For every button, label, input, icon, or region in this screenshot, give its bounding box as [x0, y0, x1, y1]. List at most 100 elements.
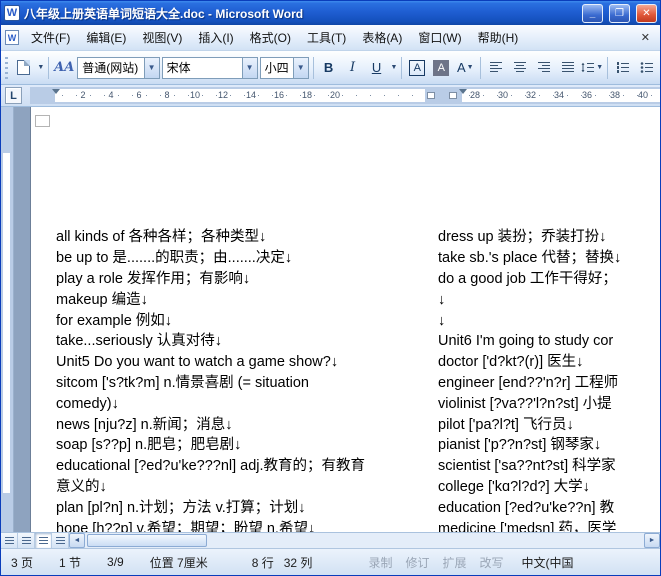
ruler-number: 36 — [581, 90, 592, 100]
chevron-down-icon[interactable]: ▼ — [241, 57, 257, 78]
indent-marker[interactable] — [52, 89, 60, 94]
horizontal-ruler[interactable]: 2 4 6 8 10 12 14 16 18 20 28 30 32 34 36 38 40 — [30, 87, 660, 104]
status-toggle[interactable]: 改写 — [479, 554, 503, 571]
close-button[interactable]: ✕ — [636, 3, 657, 23]
line-spacing-button[interactable]: ▼ — [581, 57, 603, 79]
underline-dropdown-icon[interactable]: ▼ — [391, 64, 398, 71]
ruler-number: 6 — [136, 90, 142, 100]
document-close-icon[interactable]: ✕ — [635, 29, 656, 46]
scroll-right-button[interactable]: ► — [644, 533, 660, 548]
text-column-left[interactable]: all kinds of 各种各样；各种类型↓ be up to 是.......… — [56, 165, 432, 532]
horizontal-scrollbar-thumb[interactable] — [87, 534, 207, 547]
doc-line[interactable]: ↓ — [438, 311, 660, 332]
horizontal-scrollbar-track[interactable] — [85, 533, 644, 548]
doc-line[interactable]: doctor ['d?kt?(r)] 医生↓ — [438, 352, 660, 373]
doc-line[interactable]: do a good job 工作干得好； — [438, 269, 660, 290]
tab-stop-selector[interactable]: L — [5, 87, 22, 104]
align-right-button[interactable] — [533, 57, 555, 79]
doc-line[interactable]: educational [?ed?u'ke???nl] adj.教育的；有教育 — [56, 456, 432, 477]
menu-item[interactable]: 插入(I) — [190, 26, 241, 49]
doc-line[interactable]: soap [s??p] n.肥皂；肥皂剧↓ — [56, 435, 432, 456]
font-combo[interactable]: 宋体 ▼ — [161, 56, 258, 79]
toolbar-separator — [48, 56, 50, 79]
styles-icon: AA — [54, 60, 75, 75]
bullets-button[interactable] — [636, 57, 658, 79]
doc-line[interactable]: hope [h??p] v.希望；期望；盼望 n.希望↓ — [56, 519, 432, 532]
outline-view-button[interactable] — [52, 533, 69, 548]
doc-line[interactable]: pianist ['p??n?st] 钢琴家↓ — [438, 435, 660, 456]
ruler-number: 10 — [189, 90, 200, 100]
chevron-down-icon[interactable]: ▼ — [292, 57, 308, 78]
document-icon[interactable]: W — [5, 30, 19, 45]
document-area[interactable]: all kinds of 各种各样；各种类型↓ be up to 是.......… — [1, 107, 660, 532]
doc-line[interactable]: engineer [end??'n?r] 工程师 — [438, 373, 660, 394]
text-column-right[interactable]: dress up 装扮；乔装打扮↓ take sb.'s place 代替；替换↓… — [438, 165, 660, 532]
character-scale-button[interactable]: A ▼ — [454, 57, 476, 79]
doc-line[interactable]: 意义的↓ — [56, 477, 432, 498]
doc-line[interactable]: college ['kɑ?l?d?] 大学↓ — [438, 477, 660, 498]
ruler-number: 30 — [497, 90, 508, 100]
doc-line[interactable]: sitcom ['s?tk?m] n.情景喜剧 (= situation — [56, 373, 432, 394]
status-toggle[interactable]: 录制 — [368, 554, 392, 571]
doc-line[interactable]: Unit5 Do you want to watch a game show?↓ — [56, 352, 432, 373]
doc-line[interactable]: pilot ['pa?l?t] 飞行员↓ — [438, 415, 660, 436]
bold-button[interactable]: B — [318, 57, 340, 79]
status-toggle[interactable]: 修订 — [405, 554, 429, 571]
doc-line[interactable]: be up to 是.......的职责；由.......决定↓ — [56, 248, 432, 269]
new-document-button[interactable] — [12, 57, 34, 79]
doc-line[interactable]: scientist ['sa??nt?st] 科学家 — [438, 456, 660, 477]
chevron-down-icon[interactable]: ▼ — [143, 57, 159, 78]
doc-line[interactable]: news [nju?z] n.新闻；消息↓ — [56, 415, 432, 436]
menu-item[interactable]: 窗口(W) — [410, 26, 469, 49]
indent-marker[interactable] — [459, 89, 467, 94]
doc-line[interactable]: take sb.'s place 代替；替换↓ — [438, 248, 660, 269]
doc-line[interactable]: take...seriously 认真对待↓ — [56, 331, 432, 352]
status-language[interactable]: 中文(中国 — [522, 554, 574, 571]
character-shading-button[interactable]: A — [430, 57, 452, 79]
menu-item[interactable]: 帮助(H) — [470, 26, 527, 49]
menu-item[interactable]: 视图(V) — [134, 26, 190, 49]
style-combo[interactable]: 普通(网站) ▼ — [77, 56, 160, 79]
window-title: 八年级上册英语单词短语大全.doc - Microsoft Word — [24, 6, 304, 21]
doc-line[interactable]: makeup 编造↓ — [56, 290, 432, 311]
align-center-button[interactable] — [509, 57, 531, 79]
underline-button[interactable]: U — [366, 57, 388, 79]
doc-line[interactable]: medicine ['medsn] 药，医学 — [438, 519, 660, 532]
align-left-button[interactable] — [485, 57, 507, 79]
doc-line[interactable]: play a role 发挥作用；有影响↓ — [56, 269, 432, 290]
doc-line[interactable]: dress up 装扮；乔装打扮↓ — [438, 227, 660, 248]
justify-button[interactable] — [557, 57, 579, 79]
status-toggle[interactable]: 扩展 — [442, 554, 466, 571]
character-border-button[interactable]: A — [406, 57, 428, 79]
print-layout-view-button[interactable] — [35, 533, 52, 548]
doc-line[interactable]: for example 例如↓ — [56, 311, 432, 332]
vertical-ruler[interactable] — [1, 107, 14, 532]
doc-line[interactable]: ↓ — [438, 290, 660, 311]
font-size-combo[interactable]: 小四 ▼ — [259, 56, 309, 79]
doc-line[interactable]: comedy)↓ — [56, 394, 432, 415]
menu-item[interactable]: 编辑(E) — [78, 26, 134, 49]
doc-line[interactable]: Unit6 I'm going to study cor — [438, 331, 660, 352]
styles-and-formatting-button[interactable]: AA — [53, 57, 75, 79]
maximize-button[interactable]: ❐ — [609, 3, 630, 23]
menu-item[interactable]: 表格(A) — [354, 26, 410, 49]
menu-item[interactable]: 工具(T) — [299, 26, 354, 49]
menu-item[interactable]: 格式(O) — [242, 26, 299, 49]
minimize-button[interactable]: _ — [582, 3, 603, 23]
numbering-button[interactable] — [612, 57, 634, 79]
column-gap-marker[interactable] — [427, 92, 435, 99]
column-gap-marker[interactable] — [449, 92, 457, 99]
web-layout-view-button[interactable] — [18, 533, 35, 548]
doc-line[interactable]: all kinds of 各种各样；各种类型↓ — [56, 227, 432, 248]
normal-view-button[interactable] — [1, 533, 18, 548]
doc-line[interactable]: violinist [?va??'l?n?st] 小提 — [438, 394, 660, 415]
menu-item[interactable]: 文件(F) — [23, 26, 78, 49]
ruler-number: 34 — [553, 90, 564, 100]
toolbar-options-icon[interactable]: ▼ — [37, 64, 44, 71]
menu-bar: W 文件(F) 编辑(E) 视图(V) 插入(I) 格式(O) 工具(T) 表格(A) 窗口(… — [1, 25, 660, 51]
italic-button[interactable]: I — [342, 57, 364, 79]
scroll-left-button[interactable]: ◄ — [69, 533, 85, 548]
doc-line[interactable]: plan [pl?n] n.计划；方法 v.打算；计划↓ — [56, 498, 432, 519]
toolbar-grip[interactable] — [5, 56, 9, 79]
doc-line[interactable]: education [?ed?u'ke??n] 教 — [438, 498, 660, 519]
